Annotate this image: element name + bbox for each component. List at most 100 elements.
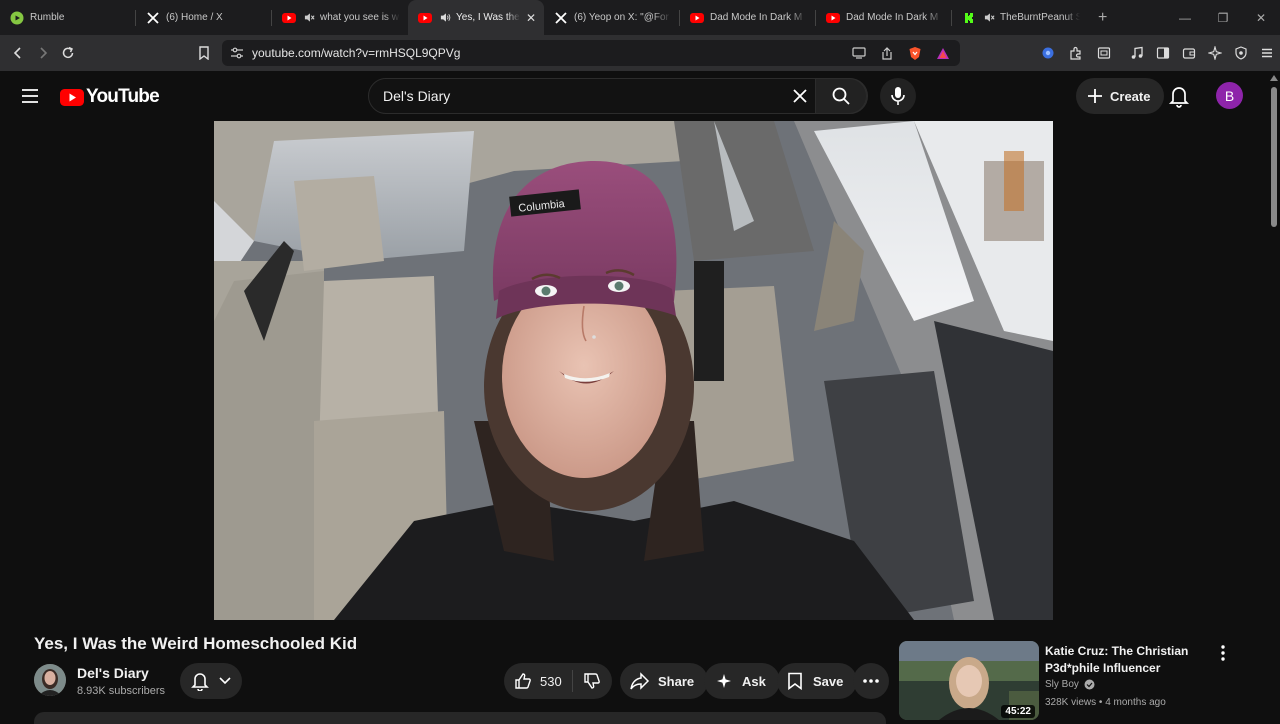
youtube-icon <box>282 11 296 25</box>
save-label: Save <box>813 673 844 689</box>
tab-title: Yes, I Was the <box>456 12 520 23</box>
extensions-icon[interactable] <box>1063 40 1089 66</box>
reload-icon[interactable] <box>55 40 81 66</box>
window-controls: — ❐ ✕ <box>1166 0 1280 35</box>
more-actions-button[interactable] <box>853 663 889 699</box>
recommended-video[interactable]: 45:22 Katie Cruz: The Christian P3d*phil… <box>899 641 1269 720</box>
tab-x-yeop[interactable]: (6) Yeop on X: "@For <box>544 0 680 35</box>
search-box <box>368 78 868 114</box>
menu-icon[interactable] <box>1254 40 1280 66</box>
save-button[interactable]: Save <box>777 663 858 699</box>
hamburger-menu-icon[interactable] <box>18 85 42 107</box>
tab-title: Dad Mode In Dark M <box>710 12 803 23</box>
subscriber-count: 8.93K subscribers <box>77 685 166 697</box>
scroll-up-arrow[interactable] <box>1270 75 1278 81</box>
youtube-icon <box>418 11 432 25</box>
share-page-icon[interactable] <box>880 46 894 60</box>
minimize-icon[interactable]: — <box>1166 11 1204 25</box>
bookmark-icon[interactable] <box>191 40 217 66</box>
muted-icon[interactable] <box>982 11 996 25</box>
tab-youtube-dad-1[interactable]: Dad Mode In Dark M <box>680 0 816 35</box>
address-bar[interactable]: youtube.com/watch?v=rmHSQL9QPVg <box>222 40 960 66</box>
music-icon[interactable] <box>1124 40 1150 66</box>
recommended-title: Katie Cruz: The Christian P3d*phile Infl… <box>1045 644 1189 675</box>
recommended-meta: 328K views • 4 months ago <box>1045 697 1166 708</box>
close-tab-icon[interactable]: ✕ <box>526 11 536 25</box>
tab-x-home[interactable]: (6) Home / X <box>136 0 272 35</box>
description-box-edge <box>34 712 886 724</box>
thumbs-down-icon <box>584 673 600 689</box>
video-player[interactable]: Columbia <box>214 121 1053 620</box>
create-button[interactable]: Create <box>1076 78 1165 114</box>
youtube-icon <box>826 11 840 25</box>
youtube-icon <box>690 11 704 25</box>
notifications-icon[interactable] <box>1168 84 1190 113</box>
youtube-logo-icon <box>60 88 84 106</box>
vpn-shield-icon[interactable] <box>1228 40 1254 66</box>
clear-search-icon[interactable] <box>791 87 809 105</box>
verified-icon <box>1084 679 1095 690</box>
channel-avatar[interactable] <box>34 664 66 696</box>
share-label: Share <box>658 673 695 689</box>
tab-title: what you see is w <box>320 12 399 23</box>
dislike-button[interactable] <box>573 672 601 690</box>
tab-youtube-active[interactable]: Yes, I Was the ✕ <box>408 0 544 35</box>
channel-name[interactable]: Del's Diary <box>77 665 149 681</box>
browser-tab-strip: Rumble (6) Home / X what you see is w Ye… <box>0 0 1280 35</box>
search-button[interactable] <box>815 78 867 114</box>
toolbar-right <box>1124 40 1280 66</box>
site-info-icon[interactable] <box>230 47 244 59</box>
like-button[interactable]: 530 <box>504 670 573 692</box>
wallet-icon[interactable] <box>1176 40 1202 66</box>
cast-icon[interactable] <box>852 47 866 59</box>
share-button[interactable]: Share <box>620 663 709 699</box>
restore-icon[interactable]: ❐ <box>1204 11 1242 25</box>
tab-youtube-dad-2[interactable]: Dad Mode In Dark M <box>816 0 952 35</box>
save-icon <box>788 672 802 690</box>
tab-title: (6) Yeop on X: "@For <box>574 12 669 23</box>
url-text: youtube.com/watch?v=rmHSQL9QPVg <box>252 46 461 60</box>
chevron-down-icon <box>219 677 231 685</box>
video-title: Yes, I Was the Weird Homeschooled Kid <box>34 634 358 653</box>
plus-icon <box>1088 89 1102 103</box>
scrollbar-thumb[interactable] <box>1271 87 1277 227</box>
ask-button[interactable]: Ask <box>704 663 780 699</box>
like-dislike-group: 530 <box>504 663 612 699</box>
like-count: 530 <box>540 673 562 689</box>
sidebar-icon[interactable] <box>1150 40 1176 66</box>
voice-search-button[interactable] <box>880 78 916 114</box>
search-input[interactable] <box>369 88 769 104</box>
tab-youtube-1[interactable]: what you see is w <box>272 0 408 35</box>
x-icon <box>146 11 160 25</box>
microphone-icon <box>891 87 905 105</box>
create-label: Create <box>1110 88 1151 104</box>
bell-icon <box>191 673 209 691</box>
close-window-icon[interactable]: ✕ <box>1242 11 1280 25</box>
browser-toolbar: youtube.com/watch?v=rmHSQL9QPVg <box>0 35 1280 71</box>
youtube-header: YouTube Create B <box>0 71 1280 121</box>
leo-ai-icon[interactable] <box>1202 40 1228 66</box>
account-avatar[interactable]: B <box>1216 82 1243 109</box>
tab-rumble[interactable]: Rumble <box>0 0 136 35</box>
video-frame: Columbia <box>214 121 1053 620</box>
audio-playing-icon[interactable] <box>438 11 452 25</box>
brave-rewards-icon[interactable] <box>936 47 950 60</box>
x-icon <box>554 11 568 25</box>
avatar-letter: B <box>1224 87 1235 104</box>
brave-shields-icon[interactable] <box>908 46 922 61</box>
forward-icon[interactable] <box>30 40 56 66</box>
new-tab-icon[interactable]: + <box>1098 9 1118 27</box>
screenshot-icon[interactable] <box>1091 40 1117 66</box>
vpn-icon[interactable] <box>1035 40 1061 66</box>
sparkle-icon <box>717 674 731 688</box>
back-icon[interactable] <box>5 40 31 66</box>
share-icon <box>630 672 650 690</box>
page-scrollbar[interactable] <box>1270 75 1278 720</box>
recommended-thumbnail[interactable]: 45:22 <box>899 641 1039 720</box>
recommended-more-icon[interactable] <box>1221 645 1225 666</box>
tab-kick[interactable]: TheBurntPeanut S <box>952 0 1088 35</box>
youtube-logo[interactable]: YouTube <box>60 86 160 108</box>
subscription-notification-button[interactable] <box>180 663 242 699</box>
muted-icon[interactable] <box>302 11 316 25</box>
extensions-area <box>1035 40 1117 66</box>
